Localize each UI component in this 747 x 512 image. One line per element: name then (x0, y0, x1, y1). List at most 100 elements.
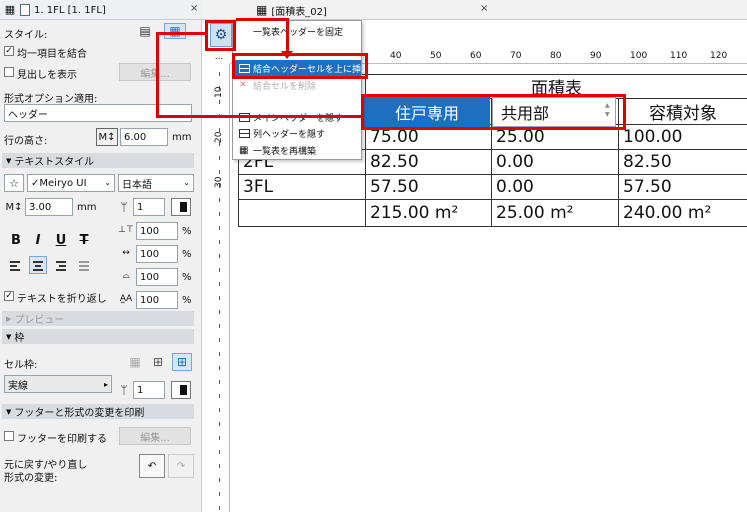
document-icon (20, 4, 30, 16)
underline-button[interactable]: U (53, 232, 69, 248)
scale-input-2[interactable]: 100 (136, 245, 178, 263)
gear-button[interactable]: ⚙ (210, 23, 232, 47)
table-cell[interactable]: 82.50 (365, 149, 492, 175)
table-cell[interactable]: 75.00 (365, 124, 492, 150)
ruler-tick (219, 254, 220, 258)
frame-pen-icon: ᛘ (120, 383, 128, 397)
scroll-arrows-icon[interactable]: ▲ ▼ (605, 101, 610, 119)
ruler-mark: 80 (550, 51, 562, 61)
favorite-star-icon[interactable]: ☆ (4, 174, 24, 192)
row-height-unit: mm (172, 132, 192, 143)
preview-section[interactable]: ▶ プレビュー (2, 311, 194, 326)
line-type-select[interactable]: 実線 ▸ (4, 375, 112, 393)
menu-item-hide-main-header[interactable]: メインヘッダーを隠す (235, 109, 361, 125)
align-right-button[interactable] (52, 256, 70, 274)
table-cell[interactable]: 0.00 (491, 149, 619, 175)
header-cell-private[interactable]: 住戸専用 (364, 97, 490, 127)
table-merged-header[interactable]: 面積表 (365, 74, 747, 99)
ruler-mark: 70 (510, 51, 522, 61)
align-center-button[interactable] (29, 256, 47, 274)
font-select[interactable]: ✓Meiryo UI ⌄ (27, 174, 115, 192)
header-cell-common[interactable]: 共用部 (492, 97, 616, 127)
footer-edit-button[interactable]: 編集... (119, 427, 191, 445)
footer-section[interactable]: ▼ フッターと形式の変更を印刷 (2, 404, 194, 419)
uniform-items-checkbox[interactable]: ✓ (4, 46, 14, 56)
grid-icon[interactable]: ▦ (4, 3, 16, 16)
left-tab-close-icon[interactable]: × (190, 3, 198, 14)
ruler-mark: 30 (214, 176, 224, 188)
align-left-button[interactable] (6, 256, 24, 274)
table-cell[interactable]: 82.50 (618, 149, 747, 175)
tab-schedule[interactable]: ▦ [面積表_02] (256, 2, 327, 18)
frame-pen-input[interactable]: 1 (133, 381, 165, 399)
table-cell[interactable]: 57.50 (618, 174, 747, 200)
frame-section[interactable]: ▼ 枠 (2, 329, 194, 344)
ruler-tick (219, 324, 220, 328)
left-ruler: 10 20 30 (210, 64, 230, 512)
strike-button[interactable]: T (76, 232, 92, 248)
print-footer-checkbox[interactable] (4, 431, 14, 441)
frame-color-swatch[interactable] (171, 381, 191, 399)
undo-icon[interactable]: ↶ (139, 454, 165, 478)
italic-button[interactable]: I (30, 232, 46, 248)
table-icon: ▦ (256, 3, 268, 17)
chevron-down-icon: ⌄ (104, 178, 111, 187)
row-height-input[interactable]: 6.00 (120, 128, 168, 146)
ruler-tick (219, 478, 220, 482)
right-tab-close-icon[interactable]: × (480, 3, 488, 14)
ruler-tick (219, 72, 220, 76)
ruler-tick (219, 226, 220, 230)
right-tab-bar: ▦ [面積表_02] × (202, 0, 747, 20)
scale-input-1[interactable]: 100 (136, 222, 178, 240)
font-size-unit: mm (77, 202, 97, 213)
table-cell[interactable]: 100.00 (618, 124, 747, 150)
scale-input-3[interactable]: 100 (136, 268, 178, 286)
cell-frame-label: セル枠: (4, 360, 38, 371)
rotate-icon: ⊥⊤ (118, 225, 134, 235)
font-size-input[interactable]: 3.00 (25, 198, 73, 216)
table-cell-empty[interactable] (238, 199, 366, 227)
menu-item-delete-merged[interactable]: ✕ 結合セルを削除 (235, 77, 361, 93)
align-justify-button[interactable] (75, 256, 93, 274)
format-option-label: 形式オプション適用: (4, 94, 98, 105)
show-heading-label: 見出しを表示 (17, 70, 77, 81)
tab-floor-plan[interactable]: 1. 1FL [1. 1FL] (20, 2, 106, 18)
ruler-tick (219, 296, 220, 300)
table-cell[interactable]: 0.00 (491, 174, 619, 200)
ruler-tick (219, 198, 220, 202)
edit-button[interactable]: 編集... (119, 63, 191, 81)
language-select[interactable]: 日本語 ⌄ (118, 174, 194, 192)
pen-color-swatch[interactable] (171, 198, 191, 216)
table-row-floor[interactable]: 3FL (238, 174, 366, 200)
table-header-cell[interactable]: 容積対象 (618, 98, 747, 125)
table-total-cell[interactable]: 240.00 m² (618, 199, 747, 227)
table-total-cell[interactable]: 25.00 m² (491, 199, 619, 227)
wrap-text-checkbox[interactable]: ✓ (4, 291, 14, 301)
more-icon[interactable]: ... (211, 51, 227, 63)
pen-input[interactable]: 1 (133, 198, 165, 216)
collapse-triangle-icon: ▼ (6, 156, 12, 165)
table-total-cell[interactable]: 215.00 m² (365, 199, 492, 227)
redo-icon[interactable]: ↷ (168, 454, 194, 478)
scale-input-4[interactable]: 100 (136, 291, 178, 309)
menu-item-rebuild[interactable]: ▦ 一覧表を再構築 (235, 142, 361, 158)
text-style-section[interactable]: ▼ テキストスタイル (2, 153, 194, 168)
frame-outer-icon[interactable]: ▦ (126, 353, 144, 371)
frame-all-icon[interactable]: ⊞ (172, 353, 192, 371)
style-list-icon[interactable]: ▤ (136, 23, 154, 39)
ruler-mark: 40 (390, 51, 402, 61)
format-option-field[interactable]: ヘッダー (4, 104, 192, 122)
ruler-mark: 100 (630, 51, 648, 61)
show-heading-checkbox[interactable] (4, 67, 14, 77)
menu-item-insert-merged-header[interactable]: 結合ヘッダーセルを上に挿入 (235, 60, 370, 76)
menu-item-hide-column-header[interactable]: 列ヘッダーを隠す (235, 125, 361, 141)
table-cell[interactable]: 25.00 (491, 124, 619, 150)
ruler-tick (219, 156, 220, 160)
menu-item-freeze-header[interactable]: 一覧表ヘッダーを固定 (235, 23, 361, 39)
frame-inner-icon[interactable]: ⊞ (149, 353, 167, 371)
style-grid-icon[interactable]: ▦ (164, 23, 186, 39)
undo-label-2: 形式の変更: (4, 473, 58, 484)
bold-button[interactable]: B (8, 232, 24, 248)
table-cell[interactable]: 57.50 (365, 174, 492, 200)
font-size-icon: M↕ (5, 201, 23, 213)
